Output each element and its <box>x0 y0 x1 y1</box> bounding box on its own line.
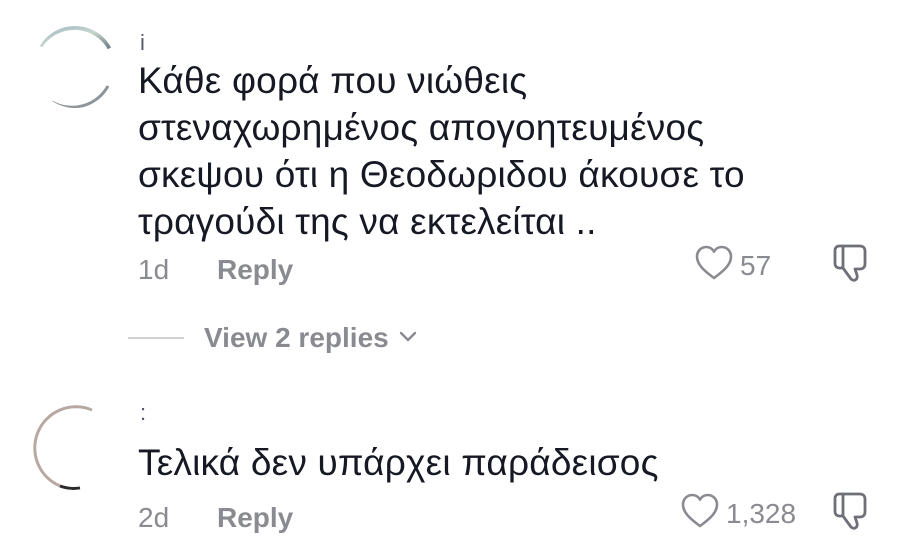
dislike-button[interactable] <box>830 242 872 289</box>
avatar[interactable] <box>30 404 116 490</box>
comment-username[interactable]: : <box>140 402 147 424</box>
reply-button[interactable]: Reply <box>217 502 293 534</box>
thumbs-down-icon <box>830 244 872 288</box>
comment-item: : Τελικά δεν υπάρχει παράδεισος 2d Reply… <box>0 380 900 553</box>
reply-button[interactable]: Reply <box>217 254 293 286</box>
avatar[interactable] <box>34 26 116 108</box>
like-count: 1,328 <box>726 497 797 529</box>
comment-item: i Κάθε φορά που νιώθεις στεναχωρημένος α… <box>0 0 900 300</box>
comment-age: 2d <box>138 502 170 533</box>
like-button[interactable]: 1,328 <box>680 492 796 535</box>
view-replies-label: View 2 replies <box>204 322 389 353</box>
comment-username[interactable]: i <box>140 32 146 54</box>
view-replies-button[interactable]: View 2 replies <box>128 318 417 358</box>
heart-outline-icon <box>694 244 734 287</box>
comment-text: Κάθε φορά που νιώθεις στεναχωρημένος απο… <box>138 60 745 242</box>
like-count: 57 <box>740 249 772 281</box>
heart-outline-icon <box>680 492 720 535</box>
like-button[interactable]: 57 <box>694 244 771 287</box>
dislike-button[interactable] <box>830 490 872 537</box>
divider <box>128 337 184 339</box>
comment-age: 1d <box>138 254 170 285</box>
chevron-down-icon <box>399 330 417 348</box>
comment-text: Τελικά δεν υπάρχει παράδεισος <box>138 442 659 483</box>
thumbs-down-icon <box>830 492 872 536</box>
